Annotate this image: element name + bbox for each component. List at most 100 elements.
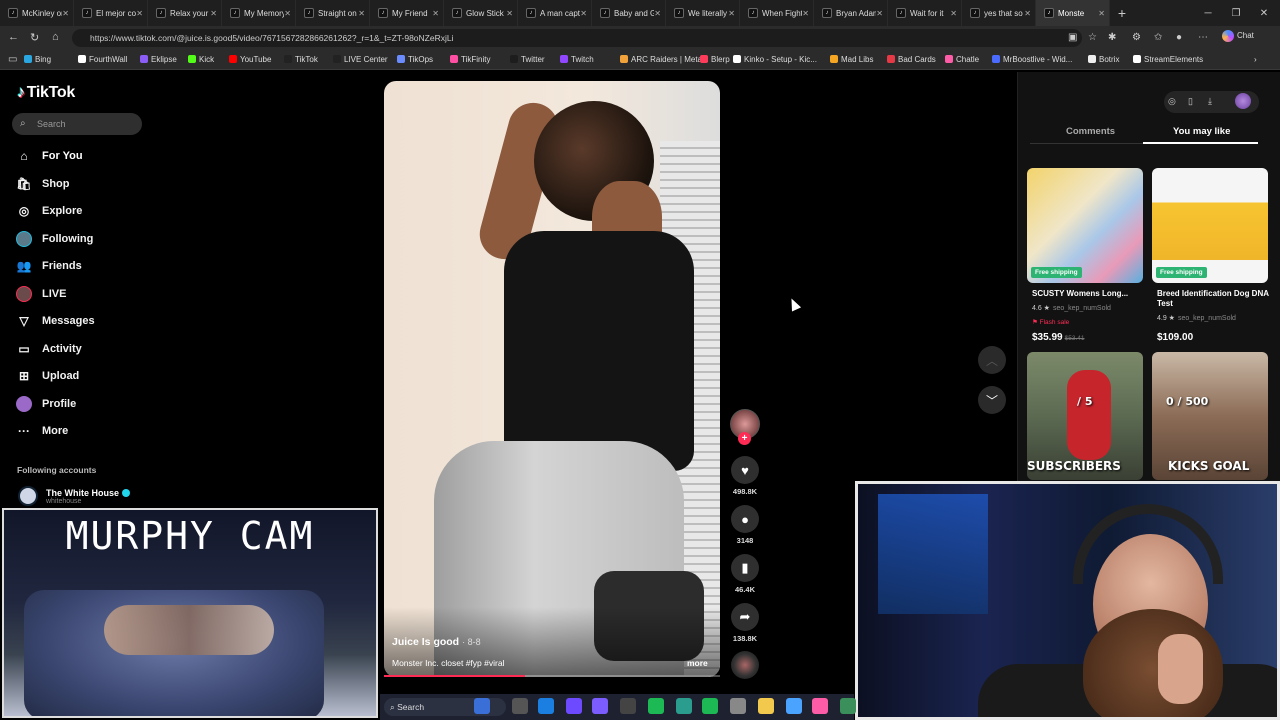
favorite-star-icon[interactable]: ☆ — [1088, 32, 1097, 43]
settings-gear-icon[interactable]: ⚙ — [1132, 32, 1141, 43]
bookmark-item[interactable]: TikOps — [397, 55, 433, 64]
close-tab-icon[interactable]: ✕ — [506, 9, 513, 18]
bookmark-item[interactable]: Kick — [188, 55, 214, 64]
product-card-image[interactable]: Free shipping — [1152, 168, 1268, 283]
nav-more[interactable]: ··· More — [16, 421, 68, 441]
close-tab-icon[interactable]: ✕ — [580, 9, 587, 18]
browser-tab-active[interactable]: ♪ Monste ✕ — [1036, 0, 1110, 26]
bookmark-item[interactable]: MrBoostlive - Wid... — [992, 55, 1072, 64]
taskbar-app-icon[interactable] — [730, 698, 746, 714]
taskbar-app-icon[interactable] — [474, 698, 490, 714]
bookmarks-folder-icon[interactable]: ▭ — [8, 54, 17, 65]
nav-following[interactable]: Following — [16, 229, 93, 249]
bookmark-item[interactable]: TikFinity — [450, 55, 490, 64]
bookmark-item[interactable]: Blerp — [700, 55, 730, 64]
bookmark-item[interactable]: LIVE Center — [333, 55, 388, 64]
browser-tab[interactable]: ♪ A man capt ✕ — [518, 0, 592, 26]
caption-more-button[interactable]: more — [687, 658, 708, 668]
music-disc-icon[interactable] — [731, 651, 759, 679]
taskbar-app-icon[interactable] — [676, 698, 692, 714]
previous-video-button[interactable]: ︿ — [978, 346, 1006, 374]
minimize-icon[interactable]: ─ — [1194, 0, 1222, 26]
bookmark-item[interactable]: Eklipse — [140, 55, 177, 64]
bookmark-item[interactable]: Kinko - Setup - Kic... — [733, 55, 817, 64]
bookmarks-overflow-icon[interactable]: › — [1254, 55, 1257, 64]
nav-friends[interactable]: 👥 Friends — [16, 256, 82, 276]
taskbar-app-icon[interactable] — [648, 698, 664, 714]
browser-tab[interactable]: ♪ McKinley on ✕ — [0, 0, 74, 26]
browser-tab[interactable]: ♪ We literally ✕ — [666, 0, 740, 26]
home-icon[interactable]: ⌂ — [52, 31, 59, 43]
browser-tab[interactable]: ♪ When Fight ✕ — [740, 0, 814, 26]
taskbar-app-icon[interactable] — [702, 698, 718, 714]
browser-tab[interactable]: ♪ My Memory ✕ — [222, 0, 296, 26]
close-tab-icon[interactable]: ✕ — [654, 9, 661, 18]
browser-tab[interactable]: ♪ Bryan Adam ✕ — [814, 0, 888, 26]
taskbar-app-icon[interactable] — [538, 698, 554, 714]
video-player[interactable] — [384, 81, 720, 677]
close-tab-icon[interactable]: ✕ — [358, 9, 365, 18]
taskbar-app-icon[interactable] — [592, 698, 608, 714]
nav-live[interactable]: LIVE — [16, 284, 66, 304]
close-tab-icon[interactable]: ✕ — [728, 9, 735, 18]
browser-tab[interactable]: ♪ Wait for it ✕ — [888, 0, 962, 26]
following-account-item[interactable]: The White House whitehouse — [18, 485, 131, 507]
follow-plus-icon[interactable]: + — [738, 432, 751, 445]
nav-upload[interactable]: ⊞ Upload — [16, 366, 79, 386]
tiktok-logo[interactable]: ♪ TikTok — [17, 84, 75, 102]
close-tab-icon[interactable]: ✕ — [210, 9, 217, 18]
bookmark-item[interactable]: YouTube — [229, 55, 271, 64]
bookmark-item[interactable]: TikTok — [284, 55, 318, 64]
tab-comments[interactable]: Comments — [1066, 126, 1115, 137]
close-tab-icon[interactable]: ✕ — [876, 9, 883, 18]
bookmark-item[interactable]: Twitch — [560, 55, 594, 64]
video-progress-bar[interactable] — [384, 675, 720, 677]
close-tab-icon[interactable]: ✕ — [432, 9, 439, 18]
user-avatar[interactable] — [1235, 93, 1251, 109]
nav-activity[interactable]: ▭ Activity — [16, 339, 81, 359]
taskbar-app-icon[interactable] — [620, 698, 636, 714]
close-tab-icon[interactable]: ✕ — [802, 9, 809, 18]
close-tab-icon[interactable]: ✕ — [284, 9, 291, 18]
video-author[interactable]: Juice Is good · 8-8 — [392, 636, 481, 648]
bookmark-item[interactable]: FourthWall — [78, 55, 127, 64]
profile-avatar-icon[interactable]: ● — [1176, 32, 1182, 43]
product-title[interactable]: SCUSTY Womens Long... — [1032, 289, 1148, 299]
bookmark-item[interactable]: Bad Cards — [887, 55, 936, 64]
browser-tab[interactable]: ♪ Relax your ✕ — [148, 0, 222, 26]
menu-dots-icon[interactable]: ⋯ — [1198, 32, 1208, 43]
browser-tab[interactable]: ♪ My Friend ✕ — [370, 0, 444, 26]
nav-explore[interactable]: ◎ Explore — [16, 201, 83, 221]
comment-button[interactable]: ● 3148 — [730, 505, 760, 545]
bookmark-item[interactable]: Bing — [24, 55, 51, 64]
browser-tab[interactable]: ♪ Straight on ✕ — [296, 0, 370, 26]
split-screen-icon[interactable]: ▣ — [1068, 32, 1077, 43]
share-button[interactable]: ➦ 138.8K — [730, 603, 760, 643]
back-icon[interactable]: ← — [8, 31, 19, 43]
bookmark-item[interactable]: Twitter — [510, 55, 545, 64]
close-tab-icon[interactable]: ✕ — [62, 9, 69, 18]
extensions-icon[interactable]: ✱ — [1108, 32, 1116, 43]
close-tab-icon[interactable]: ✕ — [136, 9, 143, 18]
refresh-icon[interactable]: ↻ — [30, 31, 39, 44]
product-card-image[interactable]: Free shipping — [1027, 168, 1143, 283]
close-tab-icon[interactable]: ✕ — [1098, 9, 1105, 18]
taskbar-app-icon[interactable] — [840, 698, 856, 714]
taskbar-app-icon[interactable] — [512, 698, 528, 714]
like-button[interactable]: ♥ 498.8K — [730, 456, 760, 496]
bookmark-item[interactable]: ARC Raiders | Meta... — [620, 55, 709, 64]
bookmark-item[interactable]: Mad Libs — [830, 55, 873, 64]
next-video-button[interactable]: ﹀ — [978, 386, 1006, 414]
coin-icon[interactable]: ◎ — [1168, 96, 1176, 107]
search-input[interactable]: ⌕ Search — [12, 113, 142, 135]
copilot-chat-button[interactable]: Chat — [1222, 30, 1254, 42]
close-tab-icon[interactable]: ✕ — [950, 9, 957, 18]
browser-tab[interactable]: ♪ Baby and G ✕ — [592, 0, 666, 26]
bookmark-item[interactable]: Chatle — [945, 55, 979, 64]
taskbar-app-icon[interactable] — [786, 698, 802, 714]
nav-messages[interactable]: ▽ Messages — [16, 311, 94, 331]
download-icon[interactable]: ⤓ — [1208, 96, 1212, 107]
nav-shop[interactable]: 🛍 Shop — [16, 174, 69, 194]
restore-icon[interactable]: ❐ — [1222, 0, 1250, 26]
new-tab-button[interactable]: + — [1110, 5, 1134, 21]
